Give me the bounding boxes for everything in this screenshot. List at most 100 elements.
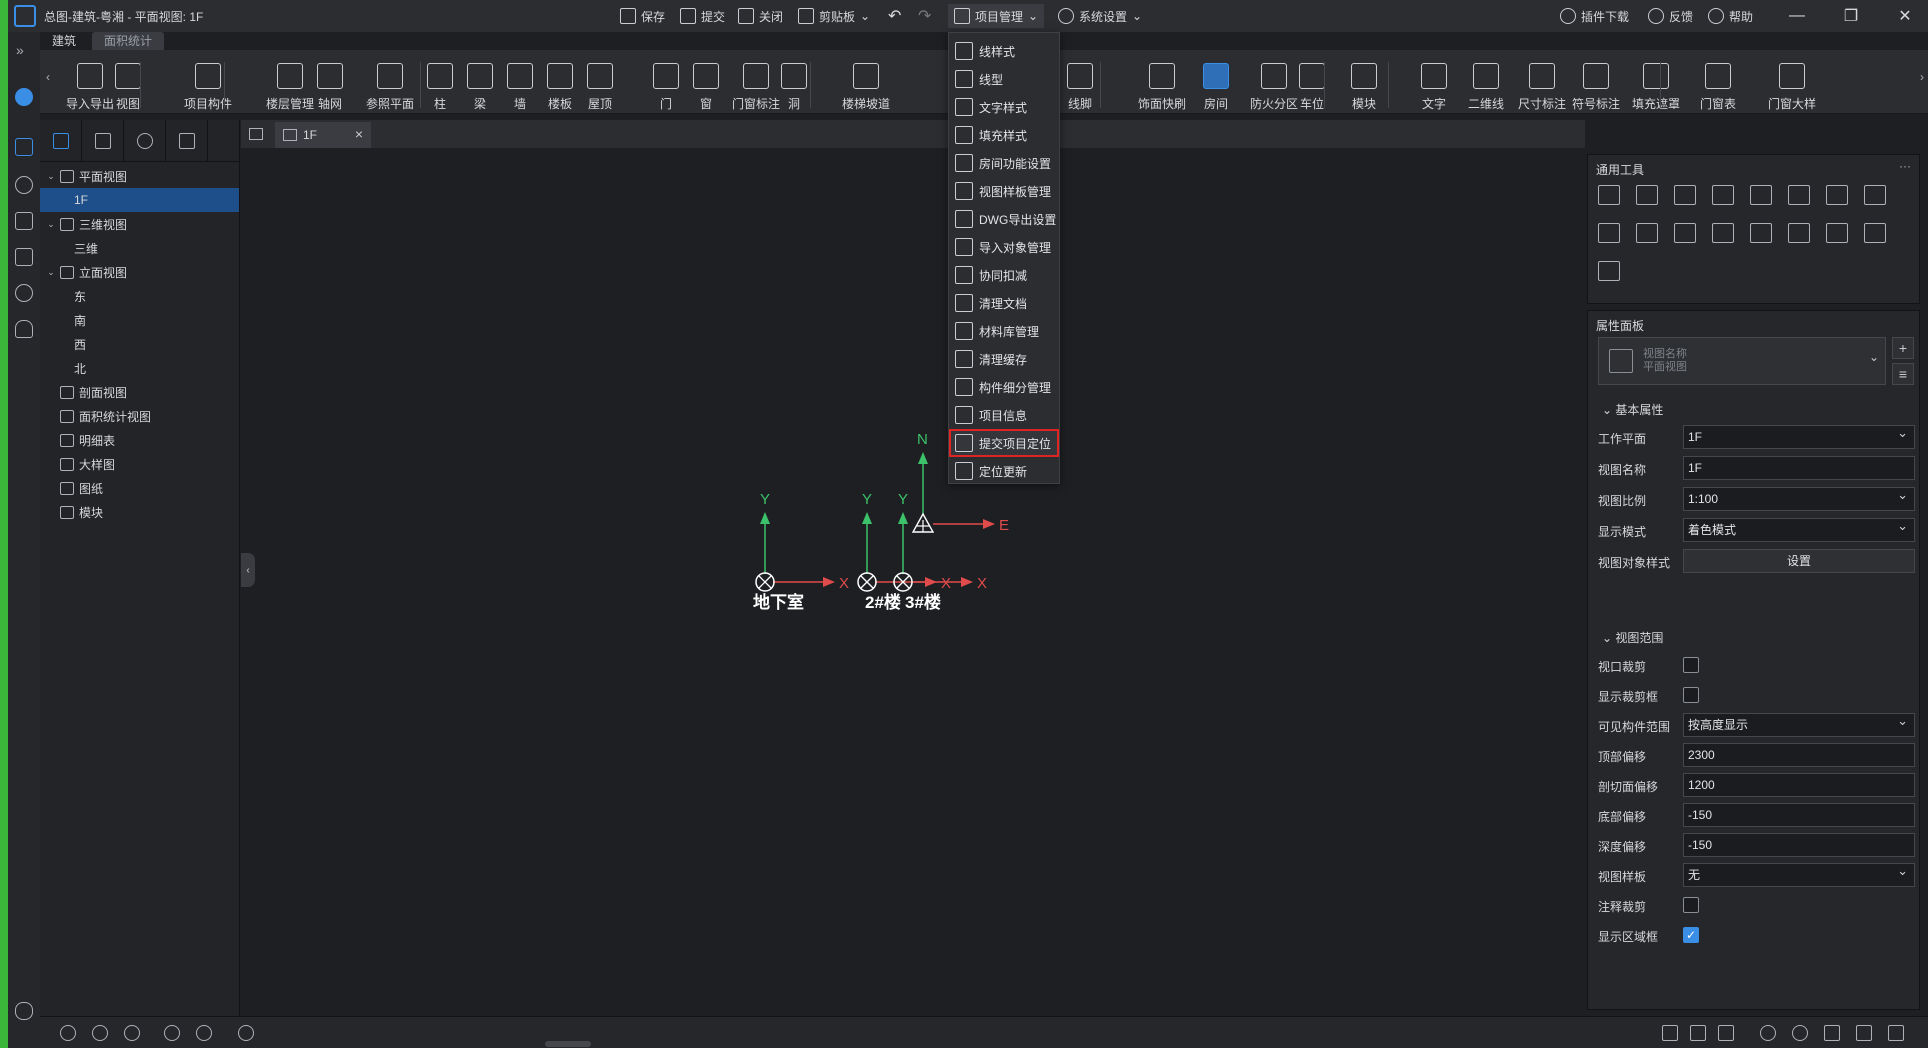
add-type-button[interactable]: + — [1892, 337, 1914, 359]
tree-item-4[interactable]: ⌄ 立面视图 — [40, 260, 239, 284]
tree-item-5[interactable]: 东 — [40, 284, 239, 308]
menu-item-10[interactable]: 材料库管理 — [949, 317, 1059, 345]
browser-view-tab[interactable] — [40, 120, 82, 162]
group-icon[interactable] — [1750, 223, 1772, 243]
prop-checkbox[interactable] — [1683, 657, 1699, 673]
array-icon[interactable] — [1864, 185, 1886, 205]
layers-icon[interactable] — [15, 248, 33, 266]
ribbon-button-27[interactable]: 尺寸标注 — [1512, 56, 1572, 112]
prop-select[interactable]: 无 — [1683, 860, 1915, 887]
prop-checkbox[interactable] — [1683, 897, 1699, 913]
close-window-button[interactable]: ✕ — [1882, 0, 1928, 32]
view-range-header[interactable]: ⌄ 视图范围 — [1602, 629, 1663, 646]
tree-item-9[interactable]: 剖面视图 — [40, 380, 239, 404]
chevron-down-icon[interactable]: ⌄ — [46, 267, 56, 278]
chevron-down-icon[interactable]: ⌄ — [46, 219, 56, 230]
ribbon-button-28[interactable]: 符号标注 — [1566, 56, 1626, 112]
prop-settings-button[interactable]: 设置 — [1683, 549, 1915, 573]
menu-item-12[interactable]: 构件细分管理 — [949, 373, 1059, 401]
delete-icon[interactable] — [1864, 223, 1886, 243]
ribbon-button-20[interactable]: 饰面快刷 — [1130, 56, 1194, 112]
ribbon-button-23[interactable]: 车位 — [1292, 56, 1332, 112]
submit-button[interactable]: 提交 — [680, 4, 725, 28]
ribbon-button-7[interactable]: 梁 — [460, 56, 500, 112]
clipboard-button[interactable]: 剪贴板 ⌄ — [798, 4, 870, 28]
ribbon-button-25[interactable]: 文字 — [1414, 56, 1454, 112]
menu-item-4[interactable]: 房间功能设置 — [949, 149, 1059, 177]
browser-filter-tab[interactable] — [82, 120, 124, 162]
view-type-selector[interactable]: 视图名称 平面视图 ⌄ — [1598, 337, 1886, 385]
basic-properties-header[interactable]: ⌄ 基本属性 — [1602, 401, 1663, 418]
prop-input[interactable]: 1200 — [1683, 773, 1915, 797]
region-icon[interactable] — [1824, 1025, 1840, 1041]
feedback-button[interactable]: 反馈 — [1648, 4, 1693, 28]
tab-area-statistics[interactable]: 面积统计 — [92, 32, 165, 50]
globe-icon[interactable] — [15, 88, 33, 106]
ribbon-button-10[interactable]: 屋顶 — [580, 56, 620, 112]
tree-item-14[interactable]: 模块 — [40, 500, 239, 524]
link-status-icon[interactable] — [1760, 1025, 1776, 1041]
ribbon-button-9[interactable]: 楼板 — [540, 56, 580, 112]
prop-checkbox[interactable] — [1683, 687, 1699, 703]
pin-icon[interactable] — [1826, 223, 1848, 243]
prop-input[interactable]: 1F — [1683, 456, 1915, 480]
tab-1f[interactable]: 1F × — [275, 122, 371, 148]
ribbon-button-8[interactable]: 墙 — [500, 56, 540, 112]
tree-item-8[interactable]: 北 — [40, 356, 239, 380]
redo-button[interactable]: ↷ — [918, 4, 931, 28]
prop-select[interactable]: 1F — [1683, 422, 1915, 449]
tree-item-2[interactable]: ⌄ 三维视图 — [40, 212, 239, 236]
ribbon-button-12[interactable]: 窗 — [686, 56, 726, 112]
menu-item-11[interactable]: 清理缓存 — [949, 345, 1059, 373]
break-icon[interactable] — [1674, 223, 1696, 243]
ribbon-button-19[interactable]: 线脚 — [1060, 56, 1100, 112]
axis-icon[interactable] — [1662, 1025, 1678, 1041]
model-cube-icon[interactable] — [15, 138, 33, 156]
horizontal-scrollbar[interactable] — [545, 1041, 591, 1047]
ribbon-button-11[interactable]: 门 — [646, 56, 686, 112]
rotate-icon[interactable] — [1674, 185, 1696, 205]
drawing-canvas[interactable]: ‹ Y X Y X Y X 地下室 2#楼 3#楼 N E — [241, 148, 1585, 1016]
close-doc-button[interactable]: 关闭 — [738, 4, 783, 28]
sheet-status-icon[interactable] — [1856, 1025, 1872, 1041]
ribbon-scroll-right-icon[interactable]: › — [1920, 70, 1924, 84]
mirror-icon[interactable] — [1788, 223, 1810, 243]
minimize-button[interactable]: — — [1774, 0, 1820, 32]
layer-visibility-icon[interactable] — [92, 1025, 108, 1041]
tree-item-1[interactable]: 1F — [40, 188, 239, 212]
ribbon-button-5[interactable]: 参照平面 — [360, 56, 420, 112]
tab-list-icon[interactable] — [249, 128, 263, 140]
scale-icon[interactable] — [1712, 223, 1734, 243]
menu-item-1[interactable]: 线型 — [949, 65, 1059, 93]
tree-item-12[interactable]: 大样图 — [40, 452, 239, 476]
ribbon-button-6[interactable]: 柱 — [420, 56, 460, 112]
menu-item-7[interactable]: 导入对象管理 — [949, 233, 1059, 261]
ribbon-scroll-left-icon[interactable]: ‹ — [46, 70, 50, 84]
project-management-button[interactable]: 项目管理 ⌄ — [948, 4, 1045, 28]
question-icon[interactable] — [15, 284, 33, 302]
browser-location-tab[interactable] — [124, 120, 166, 162]
tree-item-6[interactable]: 南 — [40, 308, 239, 332]
document-icon[interactable] — [15, 212, 33, 230]
tree-item-11[interactable]: 明细表 — [40, 428, 239, 452]
extend-icon[interactable] — [1598, 223, 1620, 243]
chevron-down-icon[interactable]: ⌄ — [46, 171, 56, 182]
prop-input[interactable]: -150 — [1683, 833, 1915, 857]
more-options-icon[interactable]: ··· — [1899, 159, 1911, 173]
ribbon-button-31[interactable]: 门窗大样 — [1760, 56, 1824, 112]
close-tab-icon[interactable]: × — [355, 126, 363, 142]
eye-icon[interactable] — [196, 1025, 212, 1041]
join-icon[interactable] — [1636, 223, 1658, 243]
browser-component-tab[interactable] — [166, 120, 208, 162]
menu-item-8[interactable]: 协同扣减 — [949, 261, 1059, 289]
save-button[interactable]: 保存 — [620, 4, 665, 28]
prop-select[interactable]: 1:100 — [1683, 484, 1915, 511]
maximize-button[interactable]: ❐ — [1828, 0, 1874, 32]
ribbon-button-1[interactable]: 视图 — [108, 56, 148, 112]
ribbon-button-24[interactable]: 模块 — [1344, 56, 1384, 112]
menu-item-15[interactable]: 定位更新 — [949, 457, 1059, 485]
isolate-icon[interactable] — [124, 1025, 140, 1041]
menu-item-13[interactable]: 项目信息 — [949, 401, 1059, 429]
menu-item-5[interactable]: 视图样板管理 — [949, 177, 1059, 205]
snap-icon[interactable] — [1718, 1025, 1734, 1041]
